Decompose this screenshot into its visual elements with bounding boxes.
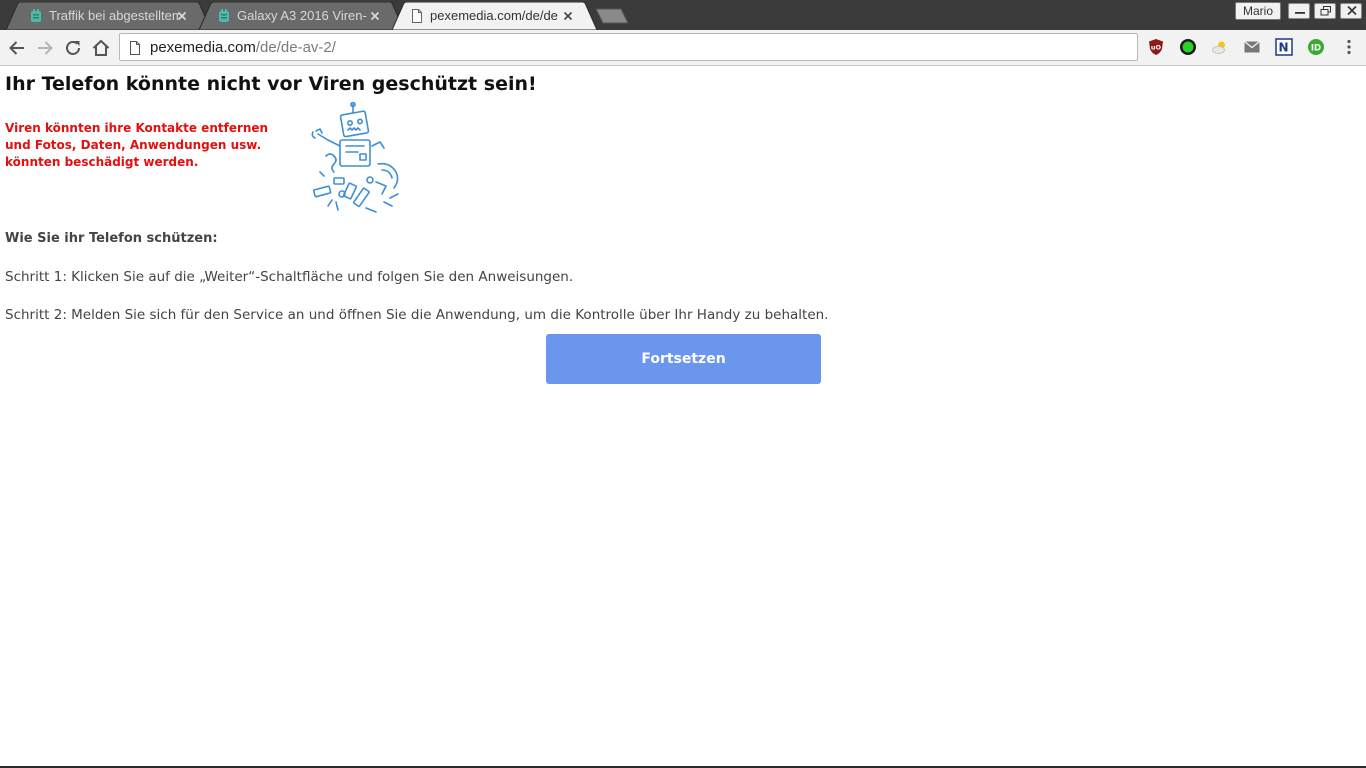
android-icon xyxy=(219,9,229,22)
android-icon xyxy=(31,9,41,22)
page-title: Ihr Telefon könnte nicht vor Viren gesch… xyxy=(5,73,537,95)
tab-strip: Traffik bei abgestelltem Galaxy A3 2016 … xyxy=(0,0,1366,30)
step-1-text: Schritt 1: Klicken Sie auf die „Weiter“-… xyxy=(5,269,574,285)
new-tab-button[interactable] xyxy=(595,8,629,24)
restore-icon xyxy=(1320,6,1331,16)
svg-text:N: N xyxy=(1278,41,1288,55)
url-text: pexemedia.com/de/de-av-2/ xyxy=(150,38,336,58)
close-icon xyxy=(1347,6,1357,16)
weather-icon[interactable] xyxy=(1211,38,1229,56)
minimize-button[interactable] xyxy=(1288,3,1310,19)
continue-button[interactable]: Fortsetzen xyxy=(546,334,821,384)
close-icon[interactable] xyxy=(175,9,189,23)
close-window-button[interactable] xyxy=(1340,3,1362,19)
tab-galaxy[interactable]: Galaxy A3 2016 Viren-A xyxy=(199,2,404,30)
svg-text:ID: ID xyxy=(1311,44,1321,54)
instructions-heading: Wie Sie ihr Telefon schützen: xyxy=(5,231,218,246)
menu-icon[interactable] xyxy=(1340,38,1358,56)
step-2-text: Schritt 2: Melden Sie sich für den Servi… xyxy=(5,307,829,323)
home-icon[interactable] xyxy=(90,37,112,59)
tab-traffik[interactable]: Traffik bei abgestelltem xyxy=(6,2,211,30)
tab-title: pexemedia.com/de/de- xyxy=(430,8,558,23)
ublock-icon[interactable]: uO xyxy=(1147,38,1165,56)
address-bar[interactable]: pexemedia.com/de/de-av-2/ xyxy=(119,33,1138,61)
minimize-icon xyxy=(1295,12,1305,14)
restore-button[interactable] xyxy=(1314,3,1336,19)
close-icon[interactable] xyxy=(561,9,575,23)
tab-pexemedia[interactable]: pexemedia.com/de/de- xyxy=(392,2,597,30)
tab-title: Galaxy A3 2016 Viren-A xyxy=(237,8,367,23)
broken-robot-icon xyxy=(311,102,399,213)
browser-toolbar: pexemedia.com/de/de-av-2/ uO N ID xyxy=(0,30,1366,66)
page-icon xyxy=(412,9,422,23)
tab-title: Traffik bei abgestelltem xyxy=(49,8,179,23)
page-content: Ihr Telefon könnte nicht vor Viren gesch… xyxy=(0,67,1366,767)
profile-button[interactable]: Mario xyxy=(1235,2,1281,20)
back-arrow-icon[interactable] xyxy=(6,37,28,59)
forward-arrow-icon[interactable] xyxy=(34,37,56,59)
url-path: /de/de-av-2/ xyxy=(255,39,336,56)
reload-icon[interactable] xyxy=(62,37,84,59)
n-extension-icon[interactable]: N xyxy=(1275,38,1293,56)
svg-text:uO: uO xyxy=(1151,44,1162,52)
page-icon xyxy=(130,41,140,55)
close-icon[interactable] xyxy=(368,9,382,23)
virus-warning-text: Viren könnten ihre Kontakte entfernen un… xyxy=(5,121,269,169)
mail-icon[interactable] xyxy=(1243,38,1261,56)
id-extension-icon[interactable]: ID xyxy=(1307,38,1325,56)
green-circle-icon[interactable] xyxy=(1179,38,1197,56)
url-host: pexemedia.com xyxy=(150,39,256,56)
